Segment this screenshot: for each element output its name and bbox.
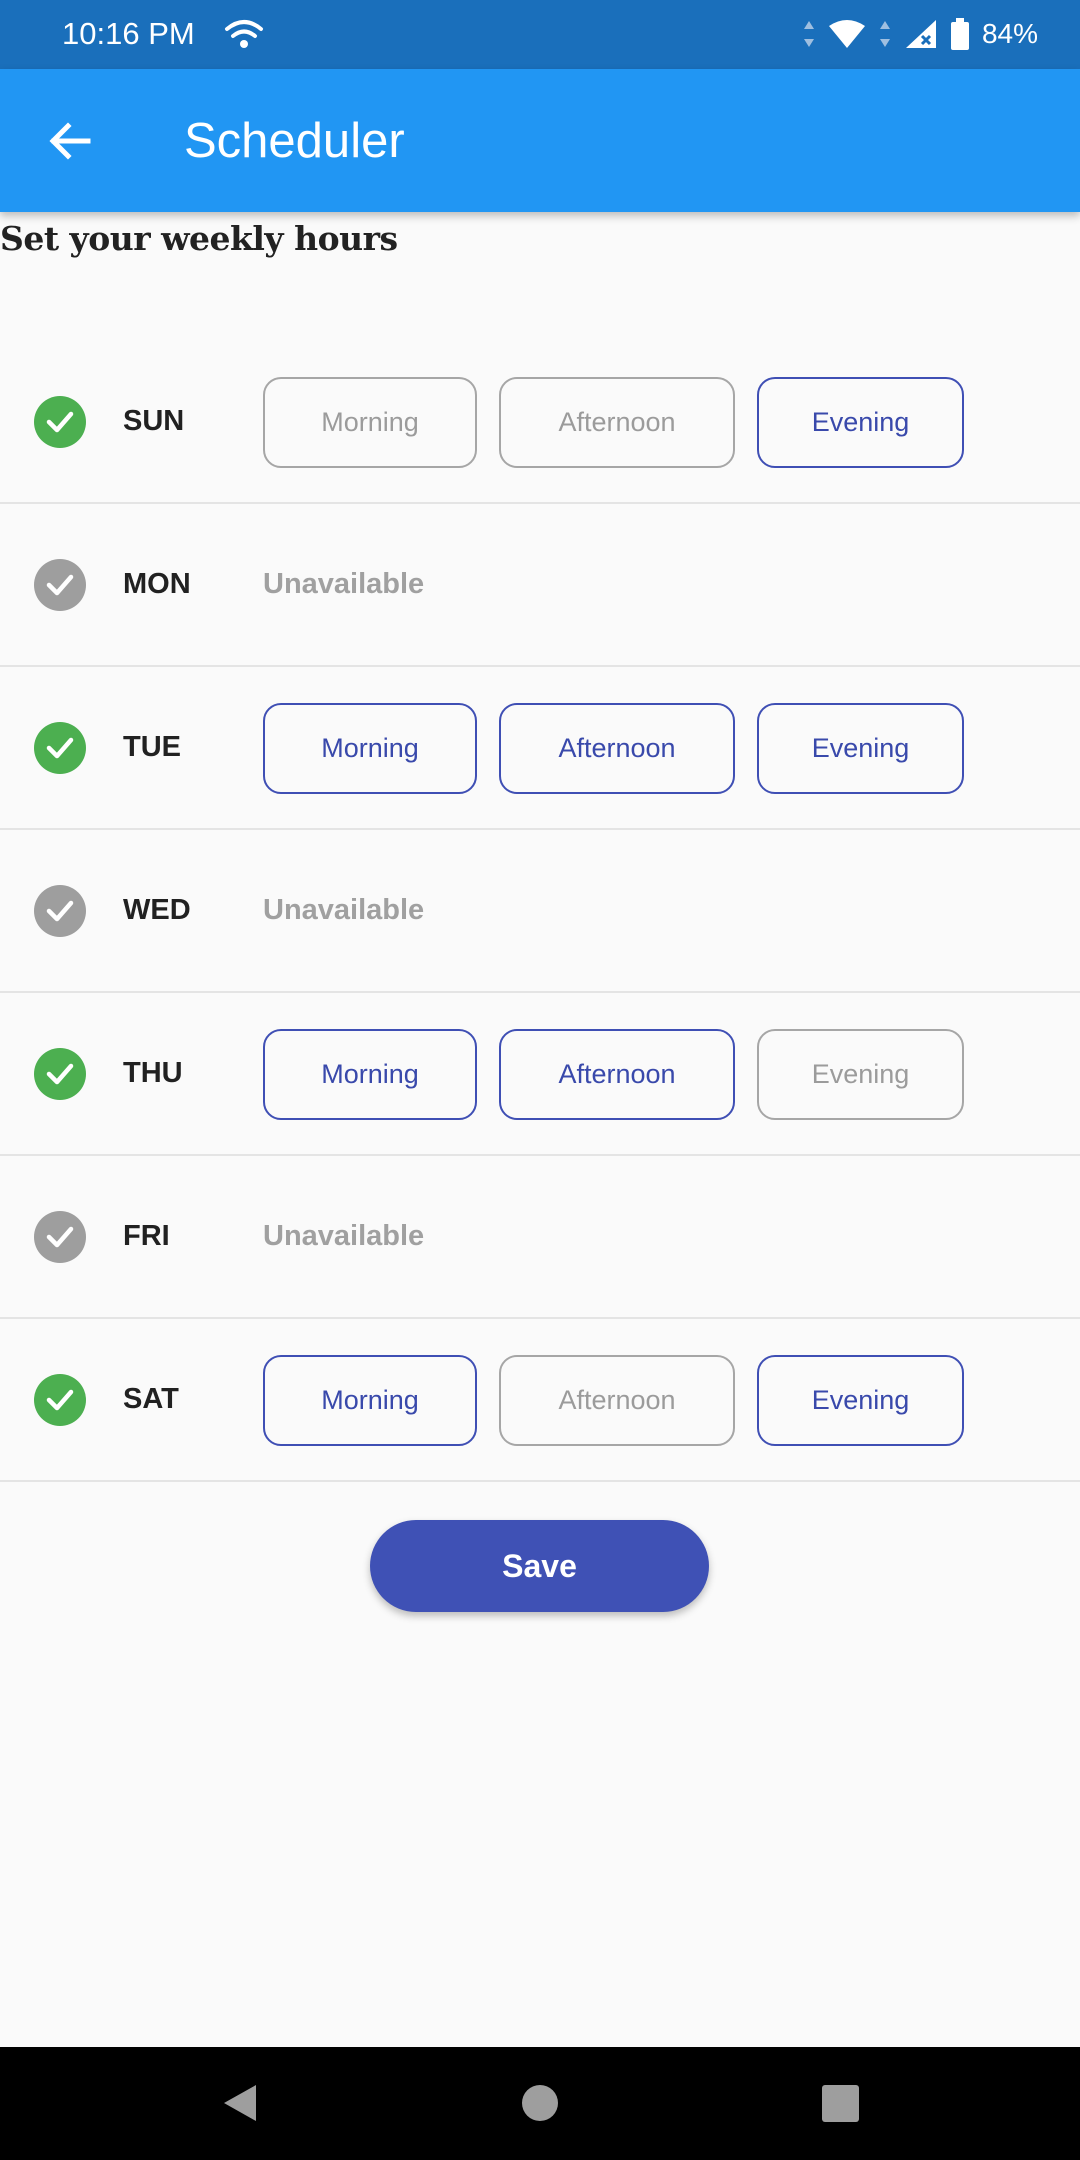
morning-slot-button[interactable]: Morning bbox=[263, 1029, 477, 1120]
arrow-back-icon bbox=[49, 122, 91, 160]
day-label: TUE bbox=[123, 731, 181, 763]
page-title: Scheduler bbox=[184, 114, 405, 168]
signal-no-sim-icon bbox=[905, 20, 936, 48]
data-arrows-icon bbox=[879, 21, 890, 47]
day-toggle-mon[interactable] bbox=[34, 559, 86, 611]
day-toggle-thu[interactable] bbox=[34, 1048, 86, 1100]
back-button[interactable] bbox=[34, 105, 106, 177]
screen: 10:16 PM 84% Scheduler Set your weekly h… bbox=[0, 0, 1080, 2160]
nav-recents-button[interactable] bbox=[822, 2085, 859, 2122]
morning-slot-button[interactable]: Morning bbox=[263, 703, 477, 794]
save-button[interactable]: Save bbox=[370, 1520, 709, 1612]
afternoon-slot-button[interactable]: Afternoon bbox=[499, 1029, 735, 1120]
navigation-bar bbox=[0, 2047, 1080, 2160]
battery-percentage: 84% bbox=[981, 18, 1038, 49]
check-icon bbox=[46, 1389, 74, 1411]
day-label: SAT bbox=[123, 1383, 179, 1415]
day-row-thu: THU Morning Afternoon Evening bbox=[0, 993, 1080, 1156]
day-toggle-tue[interactable] bbox=[34, 722, 86, 774]
status-icons: 84% bbox=[802, 14, 1038, 54]
nav-home-button[interactable] bbox=[522, 2085, 558, 2121]
day-row-mon: MON Unavailable bbox=[0, 504, 1080, 667]
status-time: 10:16 PM bbox=[62, 16, 195, 51]
morning-slot-button[interactable]: Morning bbox=[263, 1355, 477, 1446]
check-icon bbox=[46, 737, 74, 759]
evening-slot-button[interactable]: Evening bbox=[757, 703, 964, 794]
app-bar: Scheduler bbox=[0, 69, 1080, 212]
day-row-sat: SAT Morning Afternoon Evening bbox=[0, 1319, 1080, 1482]
day-row-wed: WED Unavailable bbox=[0, 830, 1080, 993]
afternoon-slot-button[interactable]: Afternoon bbox=[499, 703, 735, 794]
battery-icon bbox=[950, 18, 969, 50]
day-label: THU bbox=[123, 1057, 183, 1089]
day-label: WED bbox=[123, 894, 191, 926]
day-toggle-sat[interactable] bbox=[34, 1374, 86, 1426]
wifi-icon bbox=[225, 20, 263, 48]
morning-slot-button[interactable]: Morning bbox=[263, 377, 477, 468]
section-heading: Set your weekly hours bbox=[0, 219, 398, 258]
days-list: SUN Morning Afternoon Evening MON Unavailable… bbox=[0, 341, 1080, 1482]
day-label: MON bbox=[123, 568, 191, 600]
evening-slot-button[interactable]: Evening bbox=[757, 1355, 964, 1446]
afternoon-slot-button[interactable]: Afternoon bbox=[499, 377, 735, 468]
data-arrows-icon bbox=[803, 21, 814, 47]
check-icon bbox=[46, 411, 74, 433]
day-toggle-wed[interactable] bbox=[34, 885, 86, 937]
day-toggle-sun[interactable] bbox=[34, 396, 86, 448]
nav-back-button[interactable] bbox=[218, 2081, 262, 2125]
day-label: SUN bbox=[123, 405, 185, 437]
wifi-full-icon bbox=[828, 20, 865, 48]
check-icon bbox=[46, 900, 74, 922]
status-bar: 10:16 PM 84% bbox=[0, 0, 1080, 69]
evening-slot-button[interactable]: Evening bbox=[757, 377, 964, 468]
unavailable-label: Unavailable bbox=[263, 1220, 425, 1252]
evening-slot-button[interactable]: Evening bbox=[757, 1029, 964, 1120]
day-label: FRI bbox=[123, 1220, 170, 1252]
unavailable-label: Unavailable bbox=[263, 568, 425, 600]
unavailable-label: Unavailable bbox=[263, 894, 425, 926]
check-icon bbox=[46, 1226, 74, 1248]
check-icon bbox=[46, 574, 74, 596]
check-icon bbox=[46, 1063, 74, 1085]
day-toggle-fri[interactable] bbox=[34, 1211, 86, 1263]
day-row-fri: FRI Unavailable bbox=[0, 1156, 1080, 1319]
afternoon-slot-button[interactable]: Afternoon bbox=[499, 1355, 735, 1446]
day-row-tue: TUE Morning Afternoon Evening bbox=[0, 667, 1080, 830]
day-row-sun: SUN Morning Afternoon Evening bbox=[0, 341, 1080, 504]
